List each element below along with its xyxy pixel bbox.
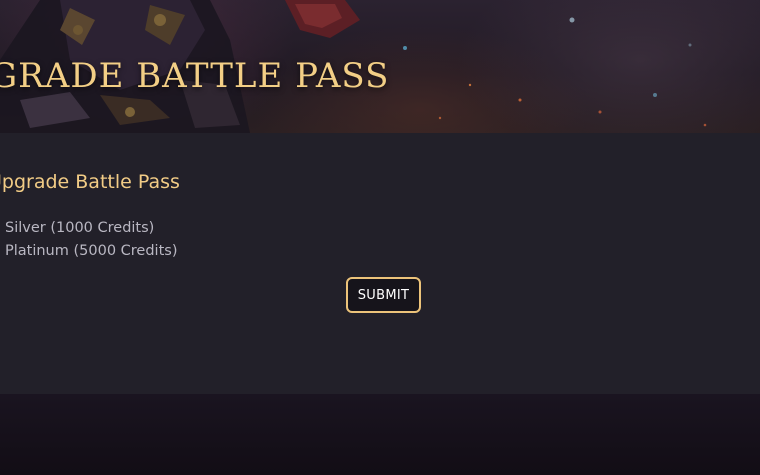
form-heading: Upgrade Battle Pass: [0, 171, 180, 193]
option-silver-label: Silver (1000 Credits): [5, 220, 155, 236]
option-platinum[interactable]: Platinum (5000 Credits): [0, 241, 177, 261]
submit-button[interactable]: SUBMIT: [346, 277, 421, 313]
page: GRADE BATTLE PASS Upgrade Battle Pass Si…: [0, 0, 760, 475]
option-silver[interactable]: Silver (1000 Credits): [0, 218, 154, 238]
hero-banner: GRADE BATTLE PASS: [0, 0, 760, 133]
hero-title: GRADE BATTLE PASS: [0, 56, 390, 96]
upgrade-panel: Upgrade Battle Pass Silver (1000 Credits…: [0, 133, 760, 394]
footer-band: [0, 394, 760, 475]
option-platinum-label: Platinum (5000 Credits): [5, 243, 178, 259]
